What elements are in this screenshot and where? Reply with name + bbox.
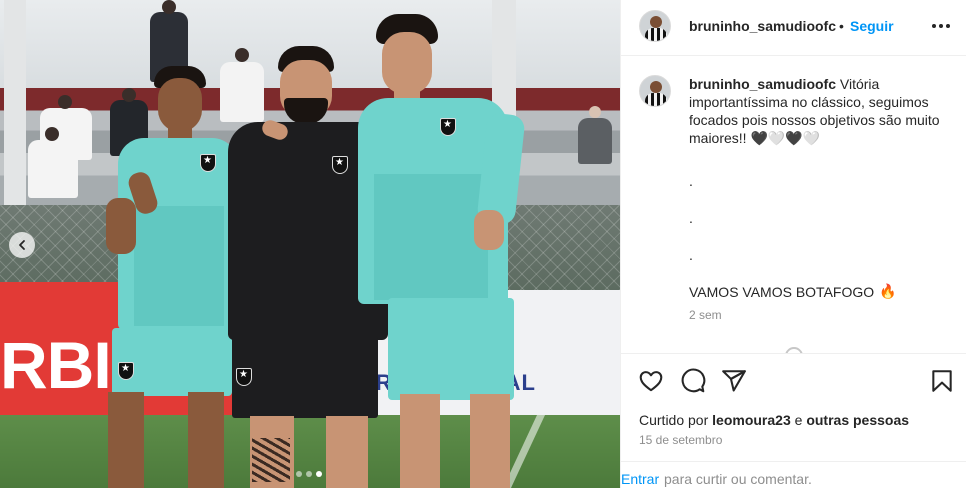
likes-others[interactable]: outras pessoas — [806, 412, 909, 428]
caption: bruninho_samudioofc Vitória importantíss… — [689, 75, 951, 147]
follow-button[interactable]: Seguir — [850, 18, 894, 34]
caption-heart: 🖤 — [785, 130, 803, 146]
header-separator: • — [839, 18, 844, 34]
post-actions — [621, 353, 966, 407]
caption-final-line: VAMOS VAMOS BOTAFOGO 🔥 — [689, 283, 897, 300]
post-side-panel: bruninho_samudioofc • Seguir bruninho_sa… — [620, 0, 966, 488]
bg-person-head — [45, 127, 59, 141]
carousel-dot — [306, 471, 312, 477]
share-icon[interactable] — [721, 368, 747, 394]
caption-dot-line: . — [689, 210, 693, 226]
carousel-dot-active — [316, 471, 322, 477]
caption-heart: 🖤 — [750, 130, 768, 146]
post-date: 15 de setembro — [639, 433, 723, 447]
banner-text-left: RBI — [0, 328, 112, 402]
caption-heart: 🤍 — [767, 130, 786, 146]
caption-final-text: VAMOS VAMOS BOTAFOGO — [689, 283, 875, 300]
caption-area: bruninho_samudioofc Vitória importantíss… — [621, 57, 966, 353]
carousel-dot — [296, 471, 302, 477]
caption-dot-line: . — [689, 247, 693, 263]
likes-connector: e — [794, 412, 803, 428]
avatar[interactable] — [639, 10, 671, 42]
post-photo[interactable]: RBI PROMOTIONAL — [0, 0, 620, 488]
loading-spinner-icon — [781, 343, 807, 353]
fire-emoji: 🔥 — [879, 283, 897, 299]
chevron-left-icon — [19, 240, 25, 250]
bg-person-head — [589, 106, 601, 118]
carousel-prev-button[interactable] — [9, 232, 35, 258]
bg-person — [578, 118, 612, 164]
post-username[interactable]: bruninho_samudioofc — [689, 18, 836, 34]
likes-line: Curtido por leomoura23 e outras pessoas — [639, 412, 909, 428]
caption-heart: 🤍 — [802, 130, 821, 146]
caption-username[interactable]: bruninho_samudioofc — [689, 76, 836, 92]
likes-prefix: Curtido por — [639, 412, 709, 428]
bookmark-icon[interactable] — [929, 368, 955, 394]
carousel-dots — [296, 471, 322, 477]
comment-prompt: para curtir ou comentar. — [664, 471, 812, 487]
login-link[interactable]: Entrar — [621, 471, 659, 487]
player-right — [354, 14, 526, 488]
comment-box: Entrar para curtir ou comentar. — [621, 461, 966, 488]
likes-user[interactable]: leomoura23 — [712, 412, 791, 428]
avatar[interactable] — [639, 75, 671, 107]
comment-icon[interactable] — [680, 368, 706, 394]
post-header: bruninho_samudioofc • Seguir — [621, 0, 966, 56]
bg-person-head — [162, 0, 176, 14]
heart-icon[interactable] — [638, 368, 664, 394]
bg-person-head — [58, 95, 72, 109]
caption-dot-line: . — [689, 173, 693, 189]
more-options-icon[interactable] — [927, 14, 955, 38]
bg-person — [28, 140, 78, 198]
caption-time-ago: 2 sem — [689, 308, 722, 322]
